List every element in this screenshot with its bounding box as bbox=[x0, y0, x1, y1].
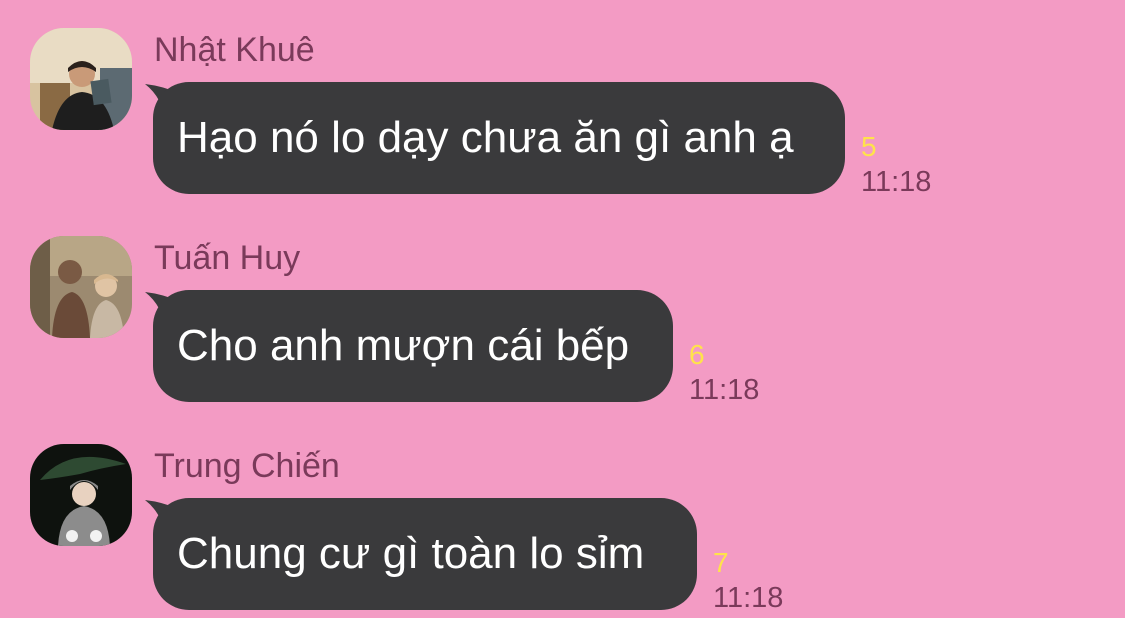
message-text: Hạo nó lo dạy chưa ăn gì anh ạ bbox=[177, 113, 794, 162]
unread-count-badge: 6 bbox=[689, 339, 705, 370]
message-text: Cho anh mượn cái bếp bbox=[177, 321, 630, 370]
message-text: Chung cư gì toàn lo sỉm bbox=[177, 529, 645, 578]
message-bubble[interactable]: Chung cư gì toàn lo sỉm bbox=[153, 498, 697, 610]
message-bubble[interactable]: Cho anh mượn cái bếp bbox=[153, 290, 673, 402]
message-row: Trung Chiến Chung cư gì toàn lo sỉm 7 11… bbox=[0, 416, 1125, 616]
message-time: 11:18 bbox=[689, 374, 760, 406]
unread-count-badge: 7 bbox=[713, 547, 729, 578]
message-time: 11:18 bbox=[713, 582, 784, 614]
unread-count-badge: 5 bbox=[861, 131, 877, 162]
avatar[interactable] bbox=[30, 28, 132, 130]
avatar-photo-icon bbox=[30, 28, 132, 130]
avatar[interactable] bbox=[30, 236, 132, 338]
message-time: 11:18 bbox=[861, 166, 932, 198]
avatar-photo-icon bbox=[30, 444, 132, 546]
avatar[interactable] bbox=[30, 444, 132, 546]
message-row: Nhật Khuê Hạo nó lo dạy chưa ăn gì anh ạ… bbox=[0, 0, 1125, 200]
avatar-photo-icon bbox=[30, 236, 132, 338]
message-row: Tuấn Huy Cho anh mượn cái bếp 6 11:18 bbox=[0, 208, 1125, 408]
message-bubble[interactable]: Hạo nó lo dạy chưa ăn gì anh ạ bbox=[153, 82, 845, 194]
chat-message-list: Nhật Khuê Hạo nó lo dạy chưa ăn gì anh ạ… bbox=[0, 0, 1125, 618]
sender-name: Trung Chiến bbox=[154, 447, 340, 485]
sender-name: Tuấn Huy bbox=[154, 239, 301, 277]
sender-name: Nhật Khuê bbox=[154, 31, 315, 69]
